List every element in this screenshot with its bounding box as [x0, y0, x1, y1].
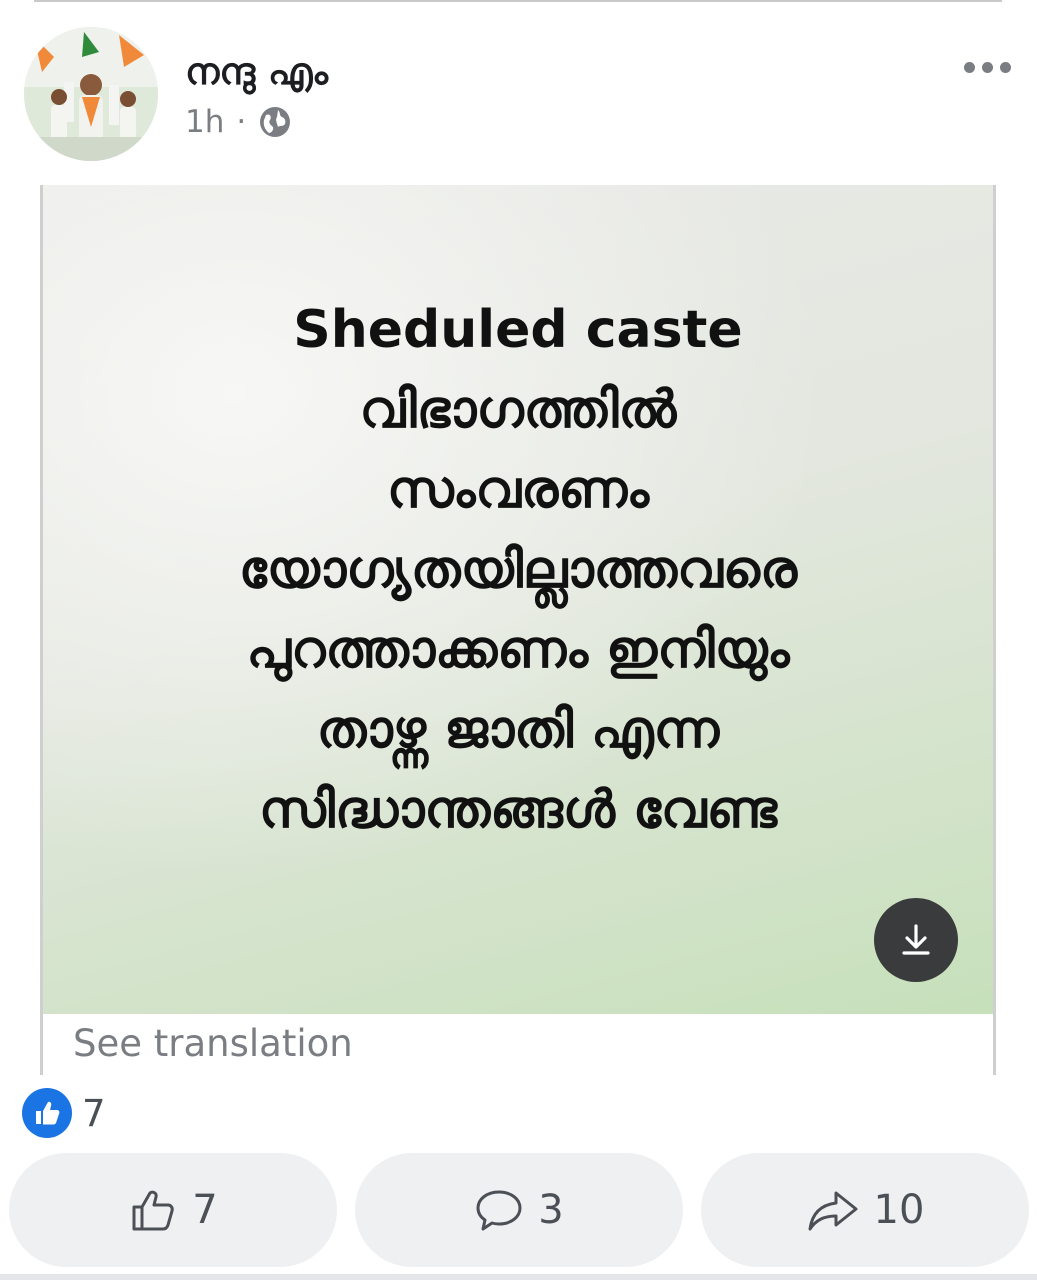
thumbs-up-icon — [132, 1190, 175, 1231]
globe-icon[interactable] — [258, 105, 292, 139]
top-divider — [34, 0, 1002, 2]
share-count: 10 — [873, 1187, 925, 1233]
download-icon — [902, 924, 930, 955]
more-dot — [982, 62, 993, 73]
author-avatar[interactable] — [24, 27, 158, 161]
comment-count: 3 — [538, 1187, 564, 1233]
more-dot — [964, 62, 975, 73]
reaction-count: 7 — [82, 1091, 106, 1135]
meta-separator: · — [236, 104, 247, 140]
image-text-line: പുറത്താക്കണം ഇനിയും — [246, 620, 790, 680]
image-text-line: Sheduled caste — [293, 300, 743, 360]
image-text: Sheduled caste വിഭാഗത്തിൽ സംവരണം യോഗ്യതയ… — [43, 290, 993, 850]
post-frame-right — [993, 185, 996, 1075]
image-text-line: വിഭാഗത്തിൽ — [359, 380, 677, 440]
like-button[interactable]: 7 — [9, 1153, 337, 1267]
image-text-line: സംവരണം — [386, 460, 650, 520]
more-options-button[interactable] — [960, 58, 1015, 77]
like-count: 7 — [192, 1187, 218, 1233]
reaction-summary[interactable]: 7 — [22, 1088, 106, 1138]
avatar-photo — [24, 27, 158, 161]
share-icon — [808, 1191, 858, 1231]
more-dot — [1000, 62, 1011, 73]
image-text-line: യോഗ്യതയില്ലാത്തവരെ — [238, 540, 798, 600]
post-meta: 1h · — [185, 104, 292, 140]
post-time[interactable]: 1h — [185, 104, 224, 140]
action-bar: 7 3 10 — [9, 1153, 1029, 1267]
image-text-line: താഴ്ന്ന ജാതി എന്ന — [316, 700, 720, 760]
comment-icon — [476, 1190, 522, 1231]
share-button[interactable]: 10 — [701, 1153, 1029, 1267]
author-name[interactable]: നന്ദു എം — [185, 50, 328, 94]
download-button[interactable] — [874, 898, 958, 982]
see-translation-link[interactable]: See translation — [73, 1022, 353, 1065]
bottom-divider — [0, 1274, 1037, 1280]
like-reaction-icon — [22, 1088, 72, 1138]
image-text-line: സിദ്ധാന്തങ്ങൾ വേണ്ട — [258, 780, 778, 840]
post-image[interactable]: Sheduled caste വിഭാഗത്തിൽ സംവരണം യോഗ്യതയ… — [43, 185, 993, 1014]
comment-button[interactable]: 3 — [355, 1153, 683, 1267]
